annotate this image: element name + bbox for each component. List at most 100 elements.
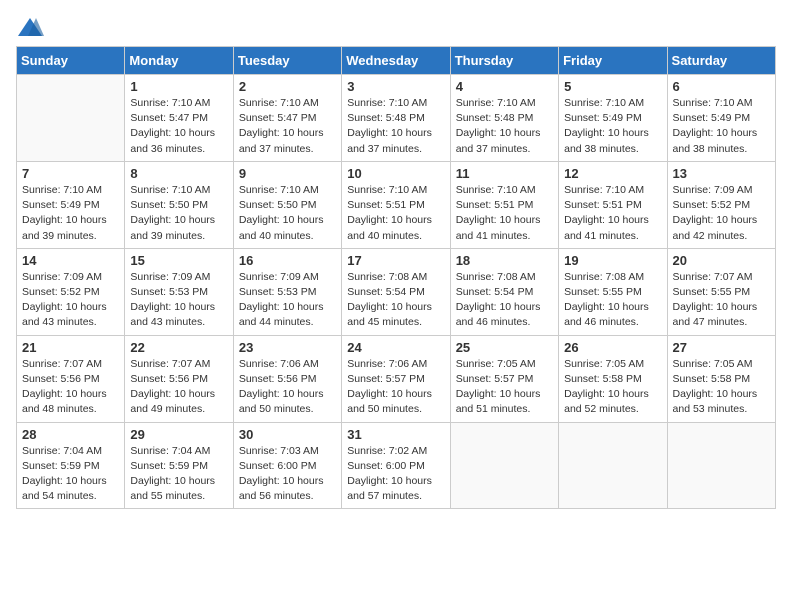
- calendar-cell: 1 Sunrise: 7:10 AMSunset: 5:47 PMDaylight…: [125, 75, 233, 162]
- calendar-cell: 20Sunrise: 7:07 AMSunset: 5:55 PMDayligh…: [667, 248, 775, 335]
- calendar-header-tuesday: Tuesday: [233, 47, 341, 75]
- calendar-cell: [667, 422, 775, 509]
- day-number: 26: [564, 340, 661, 355]
- calendar-cell: 18 Sunrise: 7:08 AMSunset: 5:54 PMDayligh…: [450, 248, 558, 335]
- calendar-cell: 29 Sunrise: 7:04 AMSunset: 5:59 PMDayligh…: [125, 422, 233, 509]
- day-info: Sunrise: 7:09 AMSunset: 5:53 PMDaylight:…: [130, 270, 227, 331]
- day-number: 19: [564, 253, 661, 268]
- day-number: 30: [239, 427, 336, 442]
- day-number: 4: [456, 79, 553, 94]
- day-number: 28: [22, 427, 119, 442]
- day-number: 14: [22, 253, 119, 268]
- day-info: Sunrise: 7:08 AMSunset: 5:54 PMDaylight:…: [347, 270, 444, 331]
- day-number: 6: [673, 79, 770, 94]
- calendar-cell: 22Sunrise: 7:07 AMSunset: 5:56 PMDayligh…: [125, 335, 233, 422]
- logo-icon: [16, 16, 44, 38]
- calendar-cell: [559, 422, 667, 509]
- day-number: 20: [673, 253, 770, 268]
- day-info: Sunrise: 7:05 AMSunset: 5:58 PMDaylight:…: [673, 357, 770, 418]
- day-number: 15: [130, 253, 227, 268]
- day-number: 25: [456, 340, 553, 355]
- day-info: Sunrise: 7:07 AMSunset: 5:56 PMDaylight:…: [22, 357, 119, 418]
- day-info: Sunrise: 7:10 AMSunset: 5:48 PMDaylight:…: [347, 96, 444, 157]
- logo: [16, 16, 48, 38]
- day-number: 5: [564, 79, 661, 94]
- day-number: 7: [22, 166, 119, 181]
- day-info: Sunrise: 7:10 AMSunset: 5:49 PMDaylight:…: [22, 183, 119, 244]
- calendar-cell: 19Sunrise: 7:08 AMSunset: 5:55 PMDayligh…: [559, 248, 667, 335]
- calendar-cell: [450, 422, 558, 509]
- header: [16, 16, 776, 38]
- calendar-cell: 23 Sunrise: 7:06 AMSunset: 5:56 PMDayligh…: [233, 335, 341, 422]
- day-number: 29: [130, 427, 227, 442]
- day-info: Sunrise: 7:05 AMSunset: 5:58 PMDaylight:…: [564, 357, 661, 418]
- calendar-header-thursday: Thursday: [450, 47, 558, 75]
- day-info: Sunrise: 7:10 AMSunset: 5:50 PMDaylight:…: [239, 183, 336, 244]
- calendar-header-row: SundayMondayTuesdayWednesdayThursdayFrid…: [17, 47, 776, 75]
- day-info: Sunrise: 7:10 AMSunset: 5:48 PMDaylight:…: [456, 96, 553, 157]
- calendar-week-row: 14 Sunrise: 7:09 AMSunset: 5:52 PMDayligh…: [17, 248, 776, 335]
- calendar-cell: 21 Sunrise: 7:07 AMSunset: 5:56 PMDayligh…: [17, 335, 125, 422]
- day-info: Sunrise: 7:03 AMSunset: 6:00 PMDaylight:…: [239, 444, 336, 505]
- calendar-cell: 6 Sunrise: 7:10 AMSunset: 5:49 PMDaylight…: [667, 75, 775, 162]
- day-info: Sunrise: 7:09 AMSunset: 5:52 PMDaylight:…: [673, 183, 770, 244]
- day-info: Sunrise: 7:09 AMSunset: 5:52 PMDaylight:…: [22, 270, 119, 331]
- day-info: Sunrise: 7:10 AMSunset: 5:51 PMDaylight:…: [347, 183, 444, 244]
- calendar-cell: 30 Sunrise: 7:03 AMSunset: 6:00 PMDayligh…: [233, 422, 341, 509]
- calendar-cell: 26 Sunrise: 7:05 AMSunset: 5:58 PMDayligh…: [559, 335, 667, 422]
- calendar-cell: 4 Sunrise: 7:10 AMSunset: 5:48 PMDaylight…: [450, 75, 558, 162]
- day-info: Sunrise: 7:10 AMSunset: 5:51 PMDaylight:…: [564, 183, 661, 244]
- calendar-week-row: 7 Sunrise: 7:10 AMSunset: 5:49 PMDaylight…: [17, 161, 776, 248]
- calendar-cell: 14 Sunrise: 7:09 AMSunset: 5:52 PMDayligh…: [17, 248, 125, 335]
- day-info: Sunrise: 7:10 AMSunset: 5:51 PMDaylight:…: [456, 183, 553, 244]
- calendar-cell: 12 Sunrise: 7:10 AMSunset: 5:51 PMDayligh…: [559, 161, 667, 248]
- calendar-cell: 13 Sunrise: 7:09 AMSunset: 5:52 PMDayligh…: [667, 161, 775, 248]
- day-number: 24: [347, 340, 444, 355]
- day-number: 31: [347, 427, 444, 442]
- day-number: 27: [673, 340, 770, 355]
- day-number: 18: [456, 253, 553, 268]
- calendar-week-row: 1 Sunrise: 7:10 AMSunset: 5:47 PMDaylight…: [17, 75, 776, 162]
- day-number: 13: [673, 166, 770, 181]
- day-info: Sunrise: 7:10 AMSunset: 5:50 PMDaylight:…: [130, 183, 227, 244]
- day-number: 1: [130, 79, 227, 94]
- day-info: Sunrise: 7:06 AMSunset: 5:57 PMDaylight:…: [347, 357, 444, 418]
- day-number: 8: [130, 166, 227, 181]
- calendar-cell: 17 Sunrise: 7:08 AMSunset: 5:54 PMDayligh…: [342, 248, 450, 335]
- day-number: 17: [347, 253, 444, 268]
- calendar-week-row: 21 Sunrise: 7:07 AMSunset: 5:56 PMDayligh…: [17, 335, 776, 422]
- day-info: Sunrise: 7:02 AMSunset: 6:00 PMDaylight:…: [347, 444, 444, 505]
- calendar-cell: 24 Sunrise: 7:06 AMSunset: 5:57 PMDayligh…: [342, 335, 450, 422]
- calendar-cell: 10Sunrise: 7:10 AMSunset: 5:51 PMDayligh…: [342, 161, 450, 248]
- calendar-header-wednesday: Wednesday: [342, 47, 450, 75]
- calendar-week-row: 28 Sunrise: 7:04 AMSunset: 5:59 PMDayligh…: [17, 422, 776, 509]
- page-container: SundayMondayTuesdayWednesdayThursdayFrid…: [16, 16, 776, 509]
- day-number: 3: [347, 79, 444, 94]
- calendar-cell: 7 Sunrise: 7:10 AMSunset: 5:49 PMDaylight…: [17, 161, 125, 248]
- day-info: Sunrise: 7:10 AMSunset: 5:49 PMDaylight:…: [673, 96, 770, 157]
- calendar-header-monday: Monday: [125, 47, 233, 75]
- calendar-cell: [17, 75, 125, 162]
- calendar-cell: 28 Sunrise: 7:04 AMSunset: 5:59 PMDayligh…: [17, 422, 125, 509]
- day-number: 11: [456, 166, 553, 181]
- calendar-cell: 27 Sunrise: 7:05 AMSunset: 5:58 PMDayligh…: [667, 335, 775, 422]
- calendar-cell: 15 Sunrise: 7:09 AMSunset: 5:53 PMDayligh…: [125, 248, 233, 335]
- calendar-cell: 31 Sunrise: 7:02 AMSunset: 6:00 PMDayligh…: [342, 422, 450, 509]
- calendar-cell: 9 Sunrise: 7:10 AMSunset: 5:50 PMDaylight…: [233, 161, 341, 248]
- day-info: Sunrise: 7:04 AMSunset: 5:59 PMDaylight:…: [22, 444, 119, 505]
- day-number: 12: [564, 166, 661, 181]
- calendar-cell: 2Sunrise: 7:10 AMSunset: 5:47 PMDaylight…: [233, 75, 341, 162]
- day-number: 9: [239, 166, 336, 181]
- day-info: Sunrise: 7:04 AMSunset: 5:59 PMDaylight:…: [130, 444, 227, 505]
- day-info: Sunrise: 7:06 AMSunset: 5:56 PMDaylight:…: [239, 357, 336, 418]
- day-number: 23: [239, 340, 336, 355]
- day-info: Sunrise: 7:08 AMSunset: 5:54 PMDaylight:…: [456, 270, 553, 331]
- calendar-cell: 16 Sunrise: 7:09 AMSunset: 5:53 PMDayligh…: [233, 248, 341, 335]
- calendar-cell: 5Sunrise: 7:10 AMSunset: 5:49 PMDaylight…: [559, 75, 667, 162]
- day-info: Sunrise: 7:09 AMSunset: 5:53 PMDaylight:…: [239, 270, 336, 331]
- day-number: 16: [239, 253, 336, 268]
- day-info: Sunrise: 7:07 AMSunset: 5:56 PMDaylight:…: [130, 357, 227, 418]
- day-info: Sunrise: 7:10 AMSunset: 5:47 PMDaylight:…: [239, 96, 336, 157]
- day-info: Sunrise: 7:10 AMSunset: 5:47 PMDaylight:…: [130, 96, 227, 157]
- day-number: 21: [22, 340, 119, 355]
